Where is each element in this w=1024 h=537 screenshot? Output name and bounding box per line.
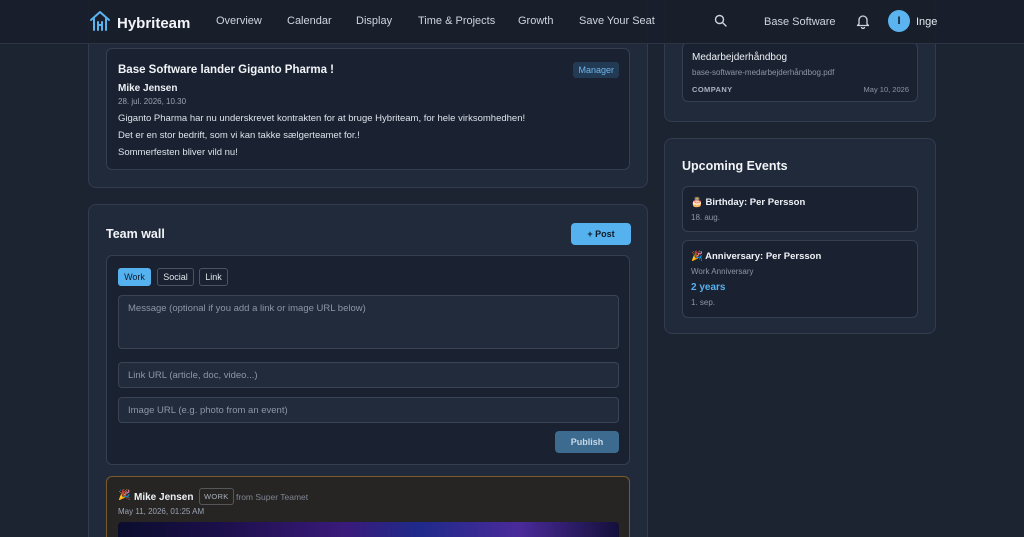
manager-badge: Manager [573,62,619,78]
event-item[interactable]: 🎉 Anniversary: Per Persson Work Annivers… [682,240,918,318]
brand-name: Hybriteam [117,15,191,32]
chip-social[interactable]: Social [157,268,194,286]
post-date: May 11, 2026, 01:25 AM [118,507,205,516]
chip-work[interactable]: Work [118,268,151,286]
event-title: 🎉 Anniversary: Per Persson [691,251,822,262]
announcement-author: Mike Jensen [118,83,178,94]
publish-button[interactable]: Publish [555,431,619,453]
hybriteam-logo-icon [89,10,111,37]
team-wall-title: Team wall [106,227,165,241]
announcement-line: Det er en stor bedrift, som vi kan takke… [118,130,360,141]
wall-post[interactable]: 🎉 Mike Jensen WORK from Super Teamet May… [106,476,630,537]
nav-calendar[interactable]: Calendar [287,15,332,27]
event-date: 18. aug. [691,213,720,222]
nav-growth[interactable]: Growth [518,15,553,27]
document-item[interactable]: Medarbejderhåndbog base-software-medarbe… [682,42,918,102]
document-date: May 10, 2026 [863,85,909,94]
post-author: Mike Jensen [134,492,194,503]
header-actions: Base Software I Inge [680,10,980,34]
link-url-input[interactable]: Link URL (article, doc, video...) [118,362,619,388]
party-icon: 🎉 [118,490,131,501]
organization-switcher[interactable]: Base Software [764,16,836,28]
announcement-title: Base Software lander Giganto Pharma ! [118,64,335,76]
chip-link[interactable]: Link [199,268,228,286]
post-image[interactable] [118,522,619,537]
announcement-date: 28. jul. 2026, 10.30 [118,97,187,106]
post-source: from Super Teamet [236,492,309,502]
announcement-line: Giganto Pharma har nu underskrevet kontr… [118,113,526,124]
nav-overview[interactable]: Overview [216,15,262,27]
event-title: 🎂 Birthday: Per Persson [691,197,806,208]
announcement-line: Sommerfesten bliver vild nu! [118,147,238,158]
brand[interactable]: Hybriteam [89,10,190,37]
search-icon[interactable] [714,14,727,32]
nav-display[interactable]: Display [356,15,392,27]
post-tag: WORK [199,488,234,505]
user-name[interactable]: Inge [916,16,937,28]
message-input[interactable]: Message (optional if you add a link or i… [118,295,619,349]
document-category: COMPANY [692,85,733,94]
document-filename: base-software-medarbejderhåndbog.pdf [692,68,835,77]
event-date: 1. sep. [691,298,716,307]
post-composer: Work Social Link Message (optional if yo… [106,255,630,465]
event-item[interactable]: 🎂 Birthday: Per Persson 18. aug. [682,186,918,232]
event-subtitle: Work Anniversary [691,267,754,276]
announcement-item[interactable]: Base Software lander Giganto Pharma ! Ma… [106,48,630,170]
nav-time-projects[interactable]: Time & Projects [418,15,495,27]
bell-icon[interactable] [856,13,870,34]
document-title: Medarbejderhåndbog [692,52,788,63]
nav-save-your-seat[interactable]: Save Your Seat [579,15,655,27]
add-post-button[interactable]: + Post [571,223,631,245]
top-navbar: Hybriteam Overview Calendar Display Time… [0,0,1024,44]
image-url-input[interactable]: Image URL (e.g. photo from an event) [118,397,619,423]
upcoming-events-title: Upcoming Events [682,159,788,173]
event-years: 2 years [691,282,726,293]
avatar[interactable]: I [888,10,910,32]
